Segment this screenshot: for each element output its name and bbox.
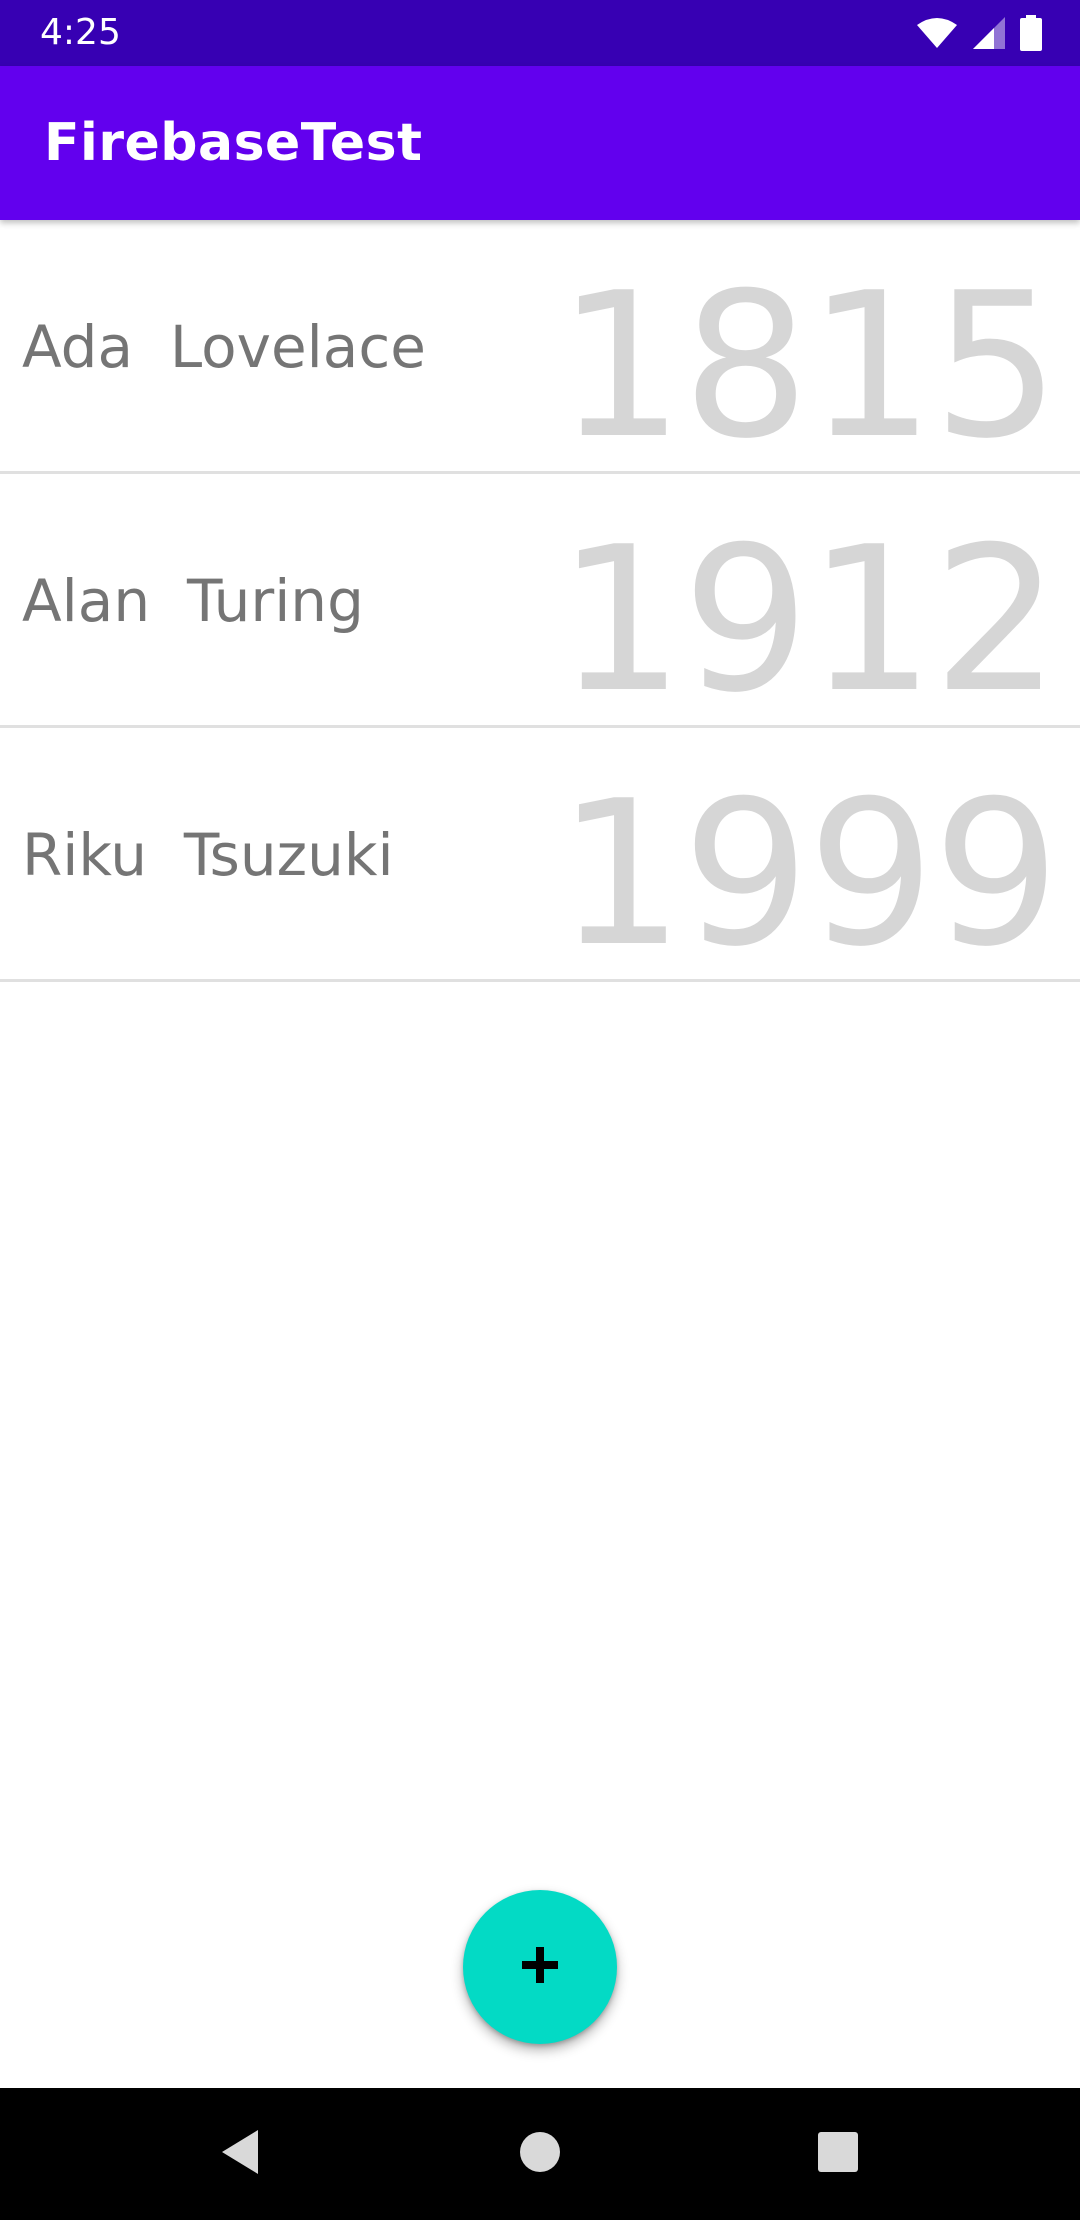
status-bar: 4:25 [0, 0, 1080, 66]
back-icon [218, 2128, 262, 2181]
navigation-bar [0, 2088, 1080, 2220]
recents-icon [817, 2131, 859, 2178]
add-button[interactable] [463, 1890, 617, 2044]
birth-year: 1999 [557, 758, 1060, 991]
birth-year: 1815 [557, 250, 1060, 483]
plus-icon [520, 1945, 560, 1990]
home-icon [519, 2131, 561, 2178]
person-name: Ada Lovelace [22, 313, 426, 381]
person-name: Riku Tsuzuki [22, 821, 394, 889]
birth-year: 1912 [557, 504, 1060, 737]
list-item[interactable]: Ada Lovelace 1815 [0, 220, 1080, 483]
back-button[interactable] [210, 2124, 270, 2184]
person-name: Alan Turing [22, 567, 364, 635]
wifi-icon [916, 17, 958, 49]
app-title: FirebaseTest [44, 113, 423, 173]
home-button[interactable] [510, 2124, 570, 2184]
battery-icon [1020, 15, 1042, 51]
status-icons [916, 14, 1042, 52]
app-bar: FirebaseTest [0, 66, 1080, 220]
list-item[interactable]: Alan Turing 1912 [0, 474, 1080, 737]
person-list: Ada Lovelace 1815 Alan Turing 1912 Riku … [0, 220, 1080, 991]
signal-icon [972, 16, 1006, 50]
status-time: 4:25 [40, 12, 121, 53]
list-item[interactable]: Riku Tsuzuki 1999 [0, 728, 1080, 991]
recents-button[interactable] [808, 2124, 868, 2184]
